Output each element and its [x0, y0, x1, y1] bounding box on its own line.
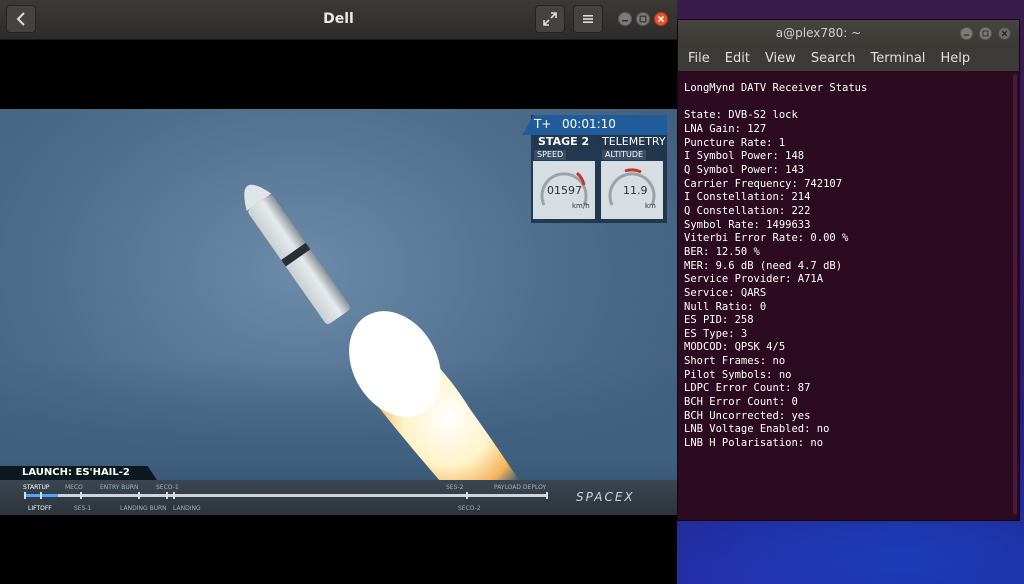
- timeline-label-startup: STARTUP: [23, 484, 50, 491]
- minimize-button[interactable]: [618, 12, 632, 26]
- back-button[interactable]: [6, 5, 36, 33]
- status-line: MODCOD: QPSK 4/5: [684, 341, 786, 354]
- timeline-tick: [40, 492, 42, 499]
- status-line: LNA Gain: 127: [684, 122, 767, 135]
- status-line: Pilot Symbols: no: [684, 368, 792, 381]
- status-line: BER: 12.50 %: [684, 245, 760, 258]
- status-line: I Constellation: 214: [684, 191, 811, 204]
- status-line: Service: QARS: [684, 286, 767, 299]
- terminal-scrollbar[interactable]: [1013, 74, 1017, 514]
- timeline-tick: [466, 492, 468, 499]
- terminal-minimize-button[interactable]: [960, 27, 973, 40]
- timeline-label-payload-deploy: PAYLOAD DEPLOY: [494, 484, 547, 491]
- altitude-unit: km: [645, 202, 656, 210]
- status-line: Puncture Rate: 1: [684, 136, 786, 149]
- timeline-label-meco: MECO: [65, 484, 83, 491]
- speed-unit: km/h: [572, 202, 590, 210]
- timeline-label-seco-2: SECO-2: [458, 505, 481, 512]
- status-line: LNB Voltage Enabled: no: [684, 423, 830, 436]
- status-line: Q Symbol Power: 143: [684, 163, 805, 176]
- timeline-tick: [24, 492, 26, 499]
- status-line: BCH Error Count: 0: [684, 396, 798, 409]
- altitude-label: ALTITUDE: [602, 150, 647, 160]
- minimize-icon: [622, 20, 628, 22]
- telemetry-label: TELEMETRY: [602, 135, 666, 148]
- status-line: Viterbi Error Rate: 0.00 %: [684, 232, 849, 245]
- minimize-icon: [963, 34, 970, 36]
- expand-icon: [543, 12, 557, 26]
- maximize-button[interactable]: [636, 12, 650, 26]
- timeline-label-ses-2: SES-2: [446, 484, 464, 491]
- close-icon: [1001, 30, 1008, 37]
- status-line: Short Frames: no: [684, 355, 786, 368]
- status-line: LDPC Error Count: 87: [684, 382, 811, 395]
- timeline-label-landing-burn: LANDING BURN: [120, 505, 167, 512]
- menu-file[interactable]: File: [678, 47, 715, 71]
- menu-view[interactable]: View: [755, 47, 801, 71]
- timeline-tick: [166, 492, 168, 499]
- status-line: Symbol Rate: 1499633: [684, 218, 811, 231]
- status-line: Service Provider: A71A: [684, 273, 824, 286]
- status-heading: LongMynd DATV Receiver Status: [684, 82, 868, 94]
- chevron-left-icon: [16, 12, 25, 26]
- status-line: Null Ratio: 0: [684, 300, 767, 313]
- timeline-track: [24, 494, 548, 497]
- spacex-logo: SPACEX: [576, 490, 635, 504]
- maximize-icon: [982, 30, 989, 37]
- clock-prefix: T+: [534, 117, 552, 131]
- speed-label: SPEED: [534, 150, 567, 160]
- terminal-close-button[interactable]: [998, 27, 1011, 40]
- status-line: LNB H Polarisation: no: [684, 437, 824, 450]
- terminal-title: a@plex780: ~: [775, 26, 862, 40]
- timeline-label-liftoff: LIFTOFF: [28, 505, 52, 512]
- terminal-menubar: File Edit View Search Terminal Help: [678, 47, 1019, 71]
- status-line: MER: 9.6 dB (need 4.7 dB): [684, 259, 843, 272]
- launch-label: LAUNCH: ES'HAIL-2: [22, 467, 130, 478]
- timeline-label-seco-1: SECO-1: [156, 484, 179, 491]
- speed-value: 01597: [547, 184, 582, 197]
- status-line: ES Type: 3: [684, 327, 748, 340]
- menu-edit[interactable]: Edit: [715, 47, 755, 71]
- terminal-maximize-button[interactable]: [979, 27, 992, 40]
- stage-label: STAGE 2: [538, 135, 590, 148]
- mission-clock: 00:01:10: [562, 117, 616, 131]
- terminal-output[interactable]: LongMynd DATV Receiver Status State: DVB…: [684, 82, 867, 451]
- terminal-header-bar: a@plex780: ~: [678, 20, 1019, 47]
- timeline-label-landing: LANDING: [173, 505, 201, 512]
- status-lines: State: DVB-S2 lock LNA Gain: 127 Puncture …: [684, 109, 867, 450]
- terminal-window: a@plex780: ~ File Edit View Search Termi…: [677, 19, 1020, 521]
- status-line: Carrier Frequency: 742107: [684, 177, 843, 190]
- timeline-label-entry-burn: ENTRY BURN: [100, 484, 139, 491]
- status-line: I Symbol Power: 148: [684, 150, 805, 163]
- status-line: ES PID: 258: [684, 314, 754, 327]
- status-line: State: DVB-S2 lock: [684, 109, 798, 122]
- menu-button[interactable]: [573, 5, 603, 33]
- timeline-label-ses-1: SES-1: [74, 505, 92, 512]
- menu-help[interactable]: Help: [930, 47, 975, 71]
- hamburger-icon: [583, 15, 593, 23]
- player-header-bar: Dell: [0, 0, 677, 40]
- altitude-value: 11.9: [623, 184, 648, 197]
- timeline-tick: [173, 492, 175, 499]
- menu-terminal[interactable]: Terminal: [860, 47, 930, 71]
- maximize-icon: [639, 15, 647, 23]
- status-line: Q Constellation: 222: [684, 204, 811, 217]
- timeline-tick: [546, 492, 548, 499]
- video-player-window: Dell T+ 00:01:10 STAGE 2 TELEMETRY SPEED…: [0, 0, 677, 584]
- fullscreen-button[interactable]: [535, 5, 565, 33]
- timeline-tick: [80, 492, 82, 499]
- timeline-tick: [138, 492, 140, 499]
- close-icon: [657, 15, 665, 23]
- status-line: BCH Uncorrected: yes: [684, 409, 811, 422]
- menu-search[interactable]: Search: [801, 47, 861, 71]
- close-button[interactable]: [654, 12, 668, 26]
